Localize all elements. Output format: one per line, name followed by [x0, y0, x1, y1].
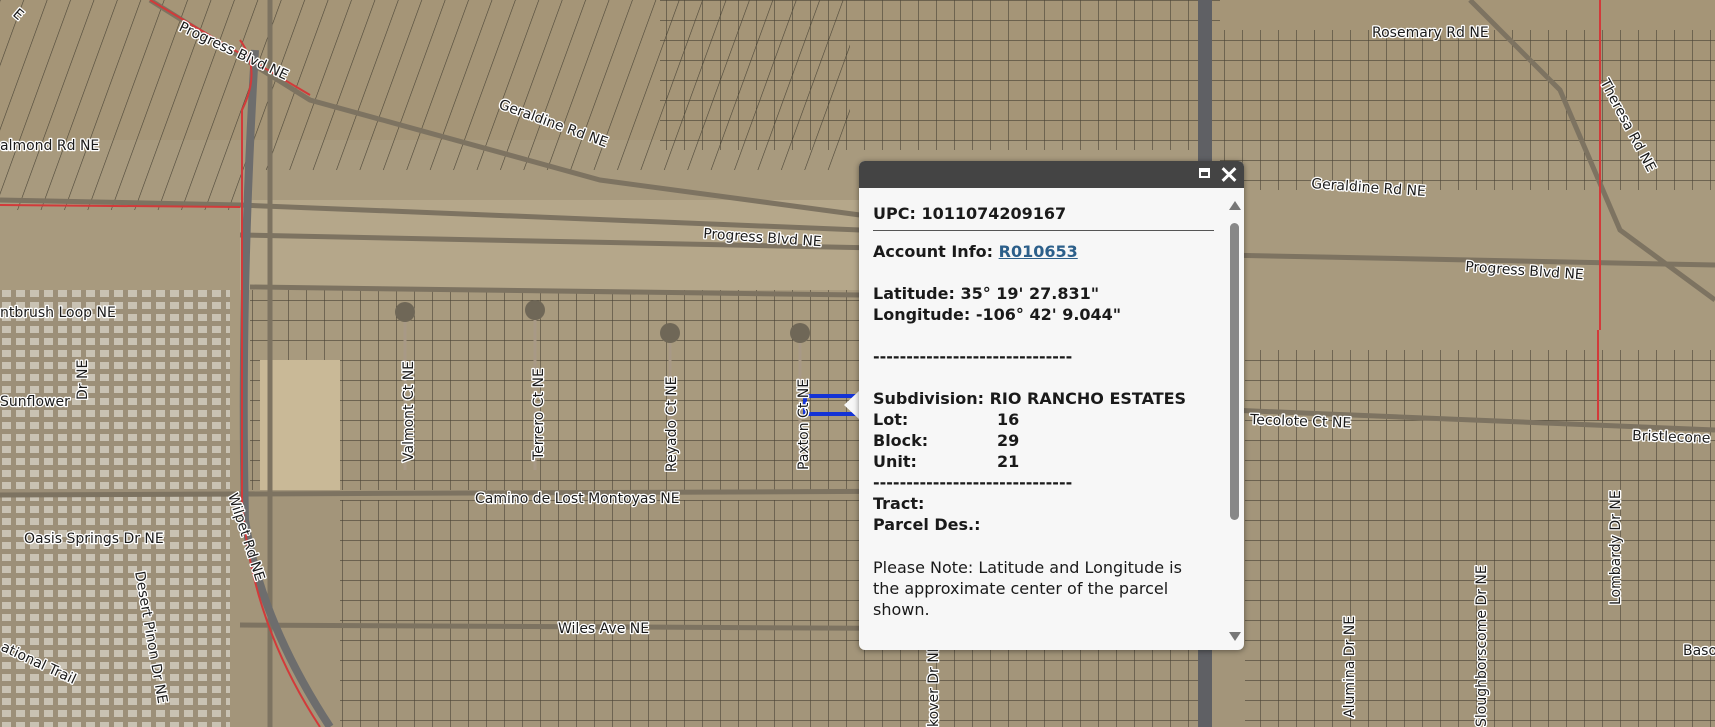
road-label: Lombardy Dr NE	[1608, 490, 1624, 605]
account-label: Account Info:	[873, 242, 994, 261]
close-icon[interactable]	[1219, 164, 1239, 184]
unit-value: 21	[997, 452, 1020, 471]
block-value: 29	[997, 431, 1020, 450]
tract-label: Tract:	[873, 494, 925, 513]
road-label: Terrero Ct NE	[531, 368, 547, 461]
road-label: Wiles Ave NE	[558, 621, 649, 637]
popup-note: Please Note: Latitude and Longitude is t…	[873, 558, 1182, 619]
road-label: Camino de Lost Montoyas NE	[475, 491, 680, 507]
latitude-label: Latitude:	[873, 284, 955, 303]
lot-label: Lot:	[873, 410, 909, 429]
upc-line: UPC: 1011074209167	[873, 203, 1213, 224]
road-label: Reyado Ct NE	[664, 376, 680, 472]
road-label: kover Dr NE	[926, 643, 942, 727]
lot-value: 16	[997, 410, 1020, 429]
subdivision-line: Subdivision: RIO RANCHO ESTATES	[873, 388, 1213, 409]
road-label: Paxton Ct NE	[796, 379, 812, 470]
dash-separator: ------------------------------	[873, 473, 1073, 492]
road-label: Valmont Ct NE	[401, 361, 417, 462]
block-row: Block: 29	[873, 430, 1213, 451]
road-label: ntbrush Loop NE	[0, 305, 116, 321]
lot-row: Lot: 16	[873, 409, 1213, 430]
scroll-up-arrow-icon[interactable]	[1229, 201, 1241, 210]
road-label: Alumina Dr NE	[1342, 616, 1358, 718]
road-label: Rosemary Rd NE	[1372, 25, 1489, 41]
dash-separator: ------------------------------	[873, 347, 1073, 366]
parcel-grid	[0, 0, 250, 210]
unit-row: Unit: 21	[873, 451, 1213, 472]
longitude-value: -106° 42' 9.044"	[975, 305, 1122, 324]
popup-content: UPC: 1011074209167 Account Info: R010653…	[873, 203, 1214, 620]
popup-pointer	[844, 390, 860, 420]
upc-label: UPC:	[873, 204, 916, 223]
aerial-map[interactable]: Progress Blvd NE Geraldine Rd NE almond …	[0, 0, 1715, 727]
unit-label: Unit:	[873, 452, 917, 471]
popup-header	[859, 161, 1244, 188]
subdivision-label: Subdivision:	[873, 389, 985, 408]
parcel-des-label: Parcel Des.:	[873, 515, 981, 534]
block-label: Block:	[873, 431, 929, 450]
longitude-line: Longitude: -106° 42' 9.044"	[873, 304, 1213, 325]
scroll-down-arrow-icon[interactable]	[1229, 632, 1241, 641]
latitude-value: 35° 19' 27.831"	[960, 284, 1100, 303]
account-line: Account Info: R010653	[873, 241, 1213, 262]
road-label: Sunflower	[0, 394, 70, 410]
longitude-label: Longitude:	[873, 305, 971, 324]
road-label: almond Rd NE	[0, 138, 99, 154]
scroll-thumb[interactable]	[1230, 223, 1239, 520]
parcel-info-popup: UPC: 1011074209167 Account Info: R010653…	[859, 161, 1244, 650]
road-label: Dr NE	[75, 360, 91, 400]
road-label: Bristlecone	[1632, 428, 1711, 447]
subdivision-value: RIO RANCHO ESTATES	[989, 389, 1187, 408]
maximize-icon[interactable]	[1196, 164, 1216, 184]
road-label: Sloughborscome Dr NE	[1474, 565, 1490, 727]
latitude-line: Latitude: 35° 19' 27.831"	[873, 283, 1213, 304]
road-label: Oasis Springs Dr NE	[24, 531, 164, 547]
divider	[873, 230, 1214, 231]
popup-scrollbar[interactable]	[1229, 201, 1241, 641]
road-label: Baso	[1683, 643, 1715, 659]
upc-value: 1011074209167	[921, 204, 1067, 223]
account-link[interactable]: R010653	[999, 242, 1078, 261]
